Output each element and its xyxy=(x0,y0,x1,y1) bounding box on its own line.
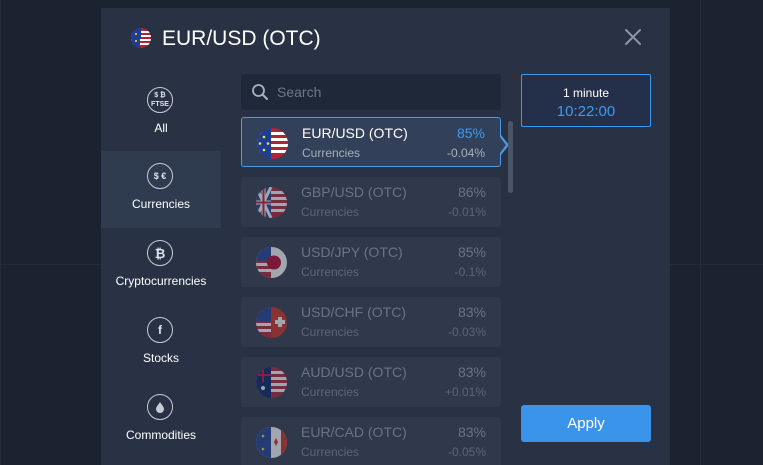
asset-payout: 83% xyxy=(457,424,486,440)
page-title: EUR/USD (OTC) xyxy=(162,27,321,50)
apply-button[interactable]: Apply xyxy=(521,405,651,442)
category-label: All xyxy=(154,121,168,135)
asset-name: GBP/USD (OTC) xyxy=(301,184,407,200)
us-jp-flag-icon xyxy=(256,247,287,278)
all-assets-icon: $ ₿ FTSE xyxy=(147,87,173,113)
asset-selector-modal: EUR/USD (OTC) $ ₿ FTSE All $ € Currencies… xyxy=(101,8,670,465)
asset-name: EUR/CAD (OTC) xyxy=(301,424,407,440)
commodities-drop-icon xyxy=(147,394,173,420)
asset-row-usd-jpy[interactable]: USD/JPY (OTC) Currencies 85% -0.1% xyxy=(241,237,501,287)
asset-category: Currencies xyxy=(302,146,361,160)
asset-change: -0.05% xyxy=(447,445,486,459)
gb-us-flag-icon xyxy=(256,187,287,218)
asset-change: -0.03% xyxy=(447,325,486,339)
asset-category: Currencies xyxy=(301,385,360,399)
selection-pointer-fill xyxy=(500,137,506,153)
expiry-selector[interactable]: 1 minute 10:22:00 xyxy=(521,74,651,127)
asset-category: Currencies xyxy=(301,205,360,219)
bitcoin-icon: ₿ xyxy=(147,240,173,266)
list-scrollbar[interactable] xyxy=(508,121,513,193)
asset-list: EUR/USD (OTC) Currencies 85% -0.04% GBP/… xyxy=(241,117,503,465)
asset-change: -0.1% xyxy=(454,265,486,279)
close-icon xyxy=(625,29,641,45)
asset-change: -0.01% xyxy=(447,205,486,219)
asset-row-eur-usd[interactable]: EUR/USD (OTC) Currencies 85% -0.04% xyxy=(241,117,501,167)
category-stocks[interactable]: f Stocks xyxy=(101,305,221,382)
asset-category: Currencies xyxy=(301,265,360,279)
asset-payout: 85% xyxy=(456,125,485,141)
asset-row-usd-chf[interactable]: USD/CHF (OTC) Currencies 83% -0.03% xyxy=(241,297,501,347)
asset-name: USD/JPY (OTC) xyxy=(301,244,403,260)
stocks-icon: f xyxy=(147,317,173,343)
category-label: Cryptocurrencies xyxy=(115,274,207,288)
category-cryptocurrencies[interactable]: ₿ Cryptocurrencies xyxy=(101,228,221,305)
asset-payout: 85% xyxy=(457,244,486,260)
asset-change: -0.04% xyxy=(446,146,485,160)
au-us-flag-icon xyxy=(256,367,287,398)
asset-payout: 83% xyxy=(457,364,486,380)
asset-name: USD/CHF (OTC) xyxy=(301,304,406,320)
category-label: Currencies xyxy=(131,197,191,211)
asset-name: AUD/USD (OTC) xyxy=(301,364,407,380)
asset-payout: 86% xyxy=(457,184,486,200)
asset-row-gbp-usd[interactable]: GBP/USD (OTC) Currencies 86% -0.01% xyxy=(241,177,501,227)
category-label: Stocks xyxy=(142,351,179,365)
search-box[interactable] xyxy=(241,74,501,110)
asset-payout: 83% xyxy=(457,304,486,320)
currencies-icon: $ € xyxy=(147,163,173,189)
category-label: Commodities xyxy=(125,428,197,442)
asset-row-eur-cad[interactable]: EUR/CAD (OTC) Currencies 83% -0.05% xyxy=(241,417,501,465)
asset-change: +0.01% xyxy=(444,385,486,399)
eu-us-flag-icon xyxy=(131,28,151,48)
us-ch-flag-icon xyxy=(256,307,287,338)
eu-us-flag-icon xyxy=(257,128,288,159)
category-commodities[interactable]: Commodities xyxy=(101,382,221,459)
asset-category: Currencies xyxy=(301,445,360,459)
eu-ca-flag-icon xyxy=(256,427,287,458)
asset-row-aud-usd[interactable]: AUD/USD (OTC) Currencies 83% +0.01% xyxy=(241,357,501,407)
category-all[interactable]: $ ₿ FTSE All xyxy=(101,75,221,152)
expiry-label: 1 minute xyxy=(562,86,610,100)
search-input[interactable] xyxy=(277,74,491,110)
close-button[interactable] xyxy=(621,25,645,49)
category-currencies[interactable]: $ € Currencies xyxy=(101,151,221,228)
expiry-time: 10:22:00 xyxy=(556,103,616,120)
asset-category: Currencies xyxy=(301,325,360,339)
asset-name: EUR/USD (OTC) xyxy=(302,125,408,141)
search-icon xyxy=(252,84,268,100)
